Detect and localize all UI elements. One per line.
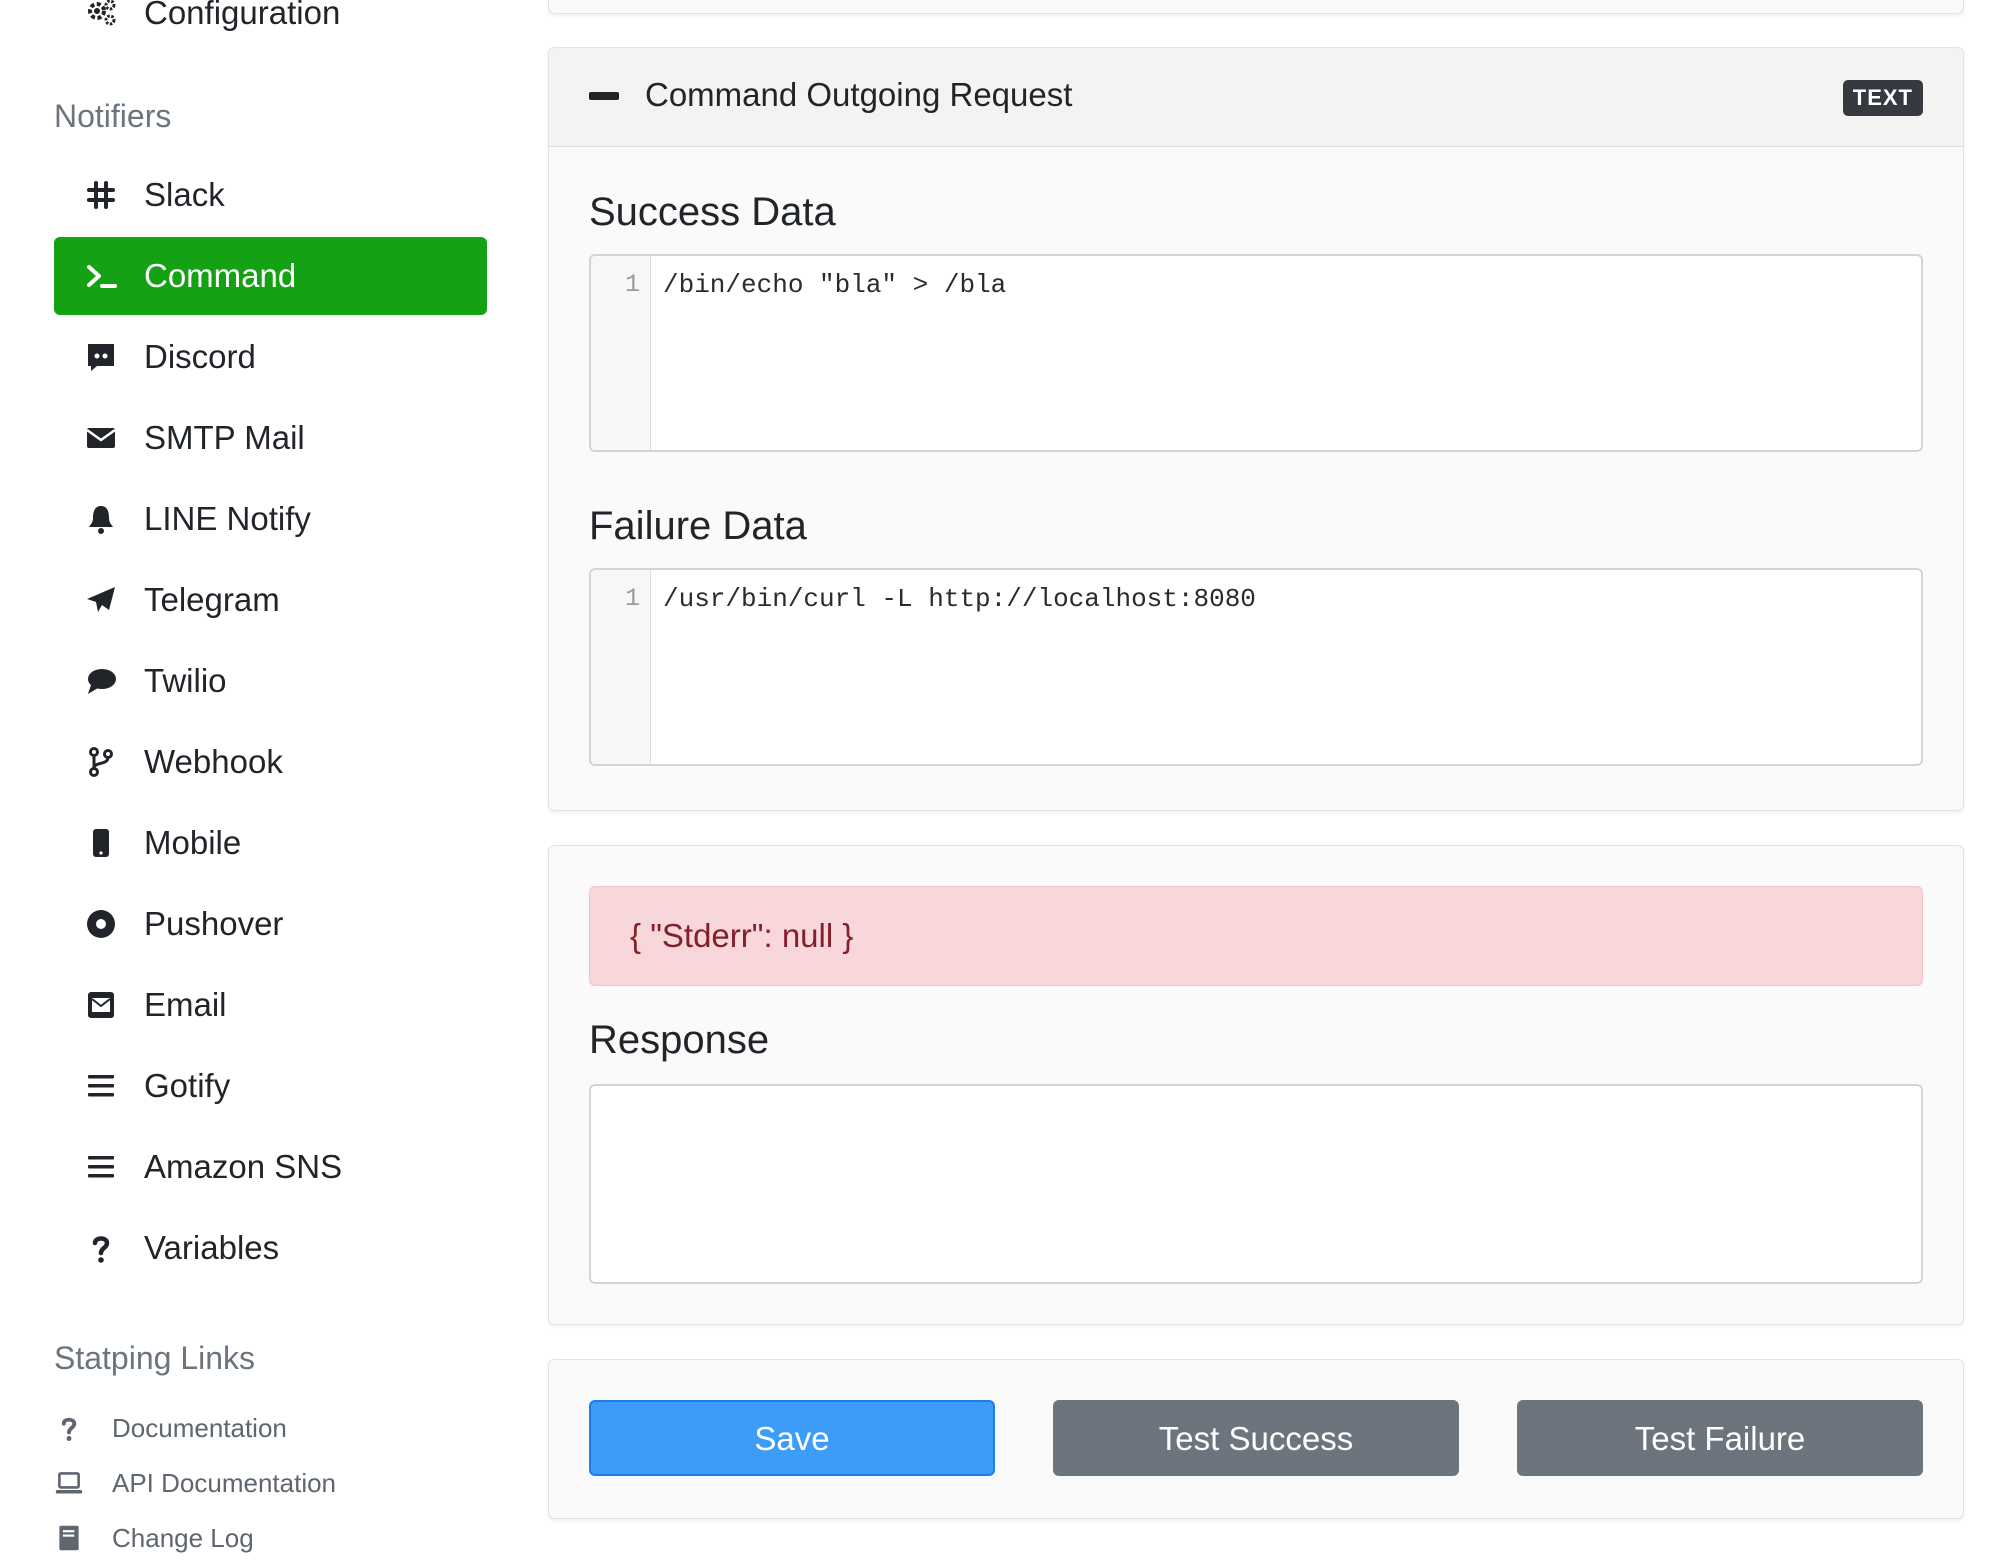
link-api-documentation[interactable]: API Documentation [54, 1461, 336, 1505]
sidebar-item-label: Amazon SNS [144, 1148, 343, 1185]
sidebar-item-discord[interactable]: Discord [54, 318, 487, 396]
success-data-editor[interactable]: 1 /bin/echo "bla" > /bla [589, 254, 1923, 452]
sidebar-item-webhook[interactable]: Webhook [54, 723, 487, 801]
outgoing-request-card: Command Outgoing Request TEXT Success Da… [548, 47, 1964, 811]
sidebar-item-gotify[interactable]: Gotify [54, 1047, 487, 1125]
bars-icon [84, 1150, 118, 1184]
question-icon [84, 1231, 118, 1265]
actions-card: Save Test Success Test Failure [548, 1359, 1964, 1519]
mobile-icon [84, 826, 118, 860]
test-success-button[interactable]: Test Success [1053, 1400, 1459, 1476]
response-label: Response [589, 1018, 770, 1062]
failure-data-label: Failure Data [589, 504, 807, 548]
sidebar: Configuration Notifiers Slack Command Di… [0, 0, 520, 1553]
sidebar-item-label: Telegram [144, 581, 280, 618]
sidebar-item-telegram[interactable]: Telegram [54, 561, 487, 639]
line-number: 1 [591, 256, 651, 450]
sidebar-item-label: Twilio [144, 662, 227, 699]
link-label: Change Log [112, 1522, 254, 1553]
sidebar-item-slack[interactable]: Slack [54, 156, 487, 234]
sidebar-item-label: Command [144, 257, 297, 294]
envelope-square-icon [84, 988, 118, 1022]
error-alert: { "Stderr": null } [589, 886, 1923, 986]
format-badge: TEXT [1842, 80, 1923, 116]
sidebar-item-label: Pushover [144, 905, 284, 942]
sidebar-item-line-notify[interactable]: LINE Notify [54, 480, 487, 558]
sidebar-item-label: Email [144, 986, 227, 1023]
sidebar-item-label: Webhook [144, 743, 283, 780]
question-icon [54, 1413, 84, 1443]
sidebar-item-label: Mobile [144, 824, 242, 861]
envelope-icon [84, 421, 118, 455]
statping-links-heading: Statping Links [54, 1340, 256, 1376]
code-branch-icon [84, 745, 118, 779]
notifiers-heading: Notifiers [54, 98, 172, 134]
link-label: API Documentation [112, 1467, 337, 1498]
failure-data-editor[interactable]: 1 /usr/bin/curl -L http://localhost:8080 [589, 568, 1923, 766]
success-data-label: Success Data [589, 190, 836, 234]
paper-plane-icon [84, 583, 118, 617]
laptop-icon [54, 1468, 84, 1498]
save-button[interactable]: Save [589, 1400, 995, 1476]
sidebar-item-label: SMTP Mail [144, 419, 305, 456]
book-icon [54, 1523, 84, 1553]
test-failure-button[interactable]: Test Failure [1517, 1400, 1923, 1476]
card-title: Command Outgoing Request [645, 76, 1073, 113]
sidebar-item-label: Variables [144, 1229, 280, 1266]
sidebar-item-label: Discord [144, 338, 256, 375]
line-number: 1 [591, 570, 651, 764]
link-label: Documentation [112, 1412, 287, 1443]
sidebar-item-label: Slack [144, 176, 225, 213]
sidebar-item-configuration[interactable]: Configuration [54, 0, 487, 52]
success-data-code: /bin/echo "bla" > /bla [663, 270, 1007, 300]
discord-icon [84, 340, 118, 374]
sidebar-item-mobile[interactable]: Mobile [54, 804, 487, 882]
bell-icon [84, 502, 118, 536]
comment-icon [84, 664, 118, 698]
slack-icon [84, 178, 118, 212]
terminal-icon [84, 259, 118, 293]
sidebar-item-command[interactable]: Command [54, 237, 487, 315]
link-change-log[interactable]: Change Log [54, 1516, 254, 1560]
cogs-icon [84, 0, 118, 30]
minus-icon[interactable] [589, 92, 619, 100]
previous-card [548, 0, 1964, 14]
sidebar-item-label: Gotify [144, 1067, 231, 1104]
bars-icon [84, 1069, 118, 1103]
dot-circle-icon [84, 907, 118, 941]
sidebar-item-variables[interactable]: Variables [54, 1209, 487, 1287]
sidebar-item-twilio[interactable]: Twilio [54, 642, 487, 720]
link-documentation[interactable]: Documentation [54, 1406, 287, 1450]
sidebar-item-email[interactable]: Email [54, 966, 487, 1044]
response-output[interactable] [589, 1084, 1923, 1284]
sidebar-item-pushover[interactable]: Pushover [54, 885, 487, 963]
sidebar-item-smtp-mail[interactable]: SMTP Mail [54, 399, 487, 477]
response-card: { "Stderr": null } Response [548, 845, 1964, 1325]
sidebar-item-label: Configuration [144, 0, 341, 31]
sidebar-item-amazon-sns[interactable]: Amazon SNS [54, 1128, 487, 1206]
sidebar-item-label: LINE Notify [144, 500, 311, 537]
card-header: Command Outgoing Request TEXT [549, 48, 1963, 147]
failure-data-code: /usr/bin/curl -L http://localhost:8080 [663, 584, 1256, 614]
